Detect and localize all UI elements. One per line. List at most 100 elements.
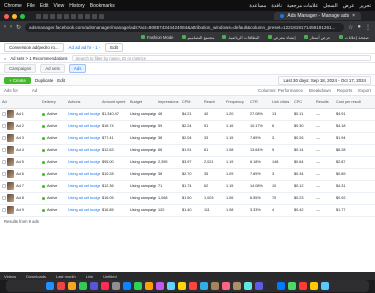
dock-app-icon[interactable] <box>156 282 164 290</box>
column-header[interactable]: Results <box>314 96 334 109</box>
ad-name-cell[interactable]: Ad 9 <box>0 204 40 217</box>
export-button[interactable]: Export <box>358 88 371 93</box>
menu-icon[interactable]: ⋮ <box>365 24 371 31</box>
bookmark-item[interactable]: Fashion Mode <box>140 35 174 40</box>
tab-favicon-icon[interactable] <box>99 13 104 19</box>
row-checkbox[interactable] <box>2 112 6 116</box>
dock-app-icon[interactable] <box>310 282 318 290</box>
column-header[interactable]: Ad <box>0 96 40 109</box>
ad-name[interactable]: Ad 4 <box>16 148 24 152</box>
profile-icon[interactable]: ● <box>357 24 361 30</box>
dock-app-icon[interactable] <box>167 282 175 290</box>
menubar-item[interactable]: Bookmarks <box>90 3 115 9</box>
tab-campaigns[interactable]: Campaigns <box>4 64 37 73</box>
ad-name[interactable]: Ad 7 <box>16 184 24 188</box>
dock-app-icon[interactable] <box>321 282 329 290</box>
table-row[interactable]: Ad 5 Active Using ad set budget $95.00 Using… <box>0 156 375 169</box>
dock-app-icon[interactable] <box>277 282 285 290</box>
dock-app-icon[interactable] <box>189 282 197 290</box>
ad-action-link[interactable]: Using ad set budget <box>68 196 100 200</box>
dock-app-icon[interactable] <box>211 282 219 290</box>
menubar-item[interactable]: مساعدة <box>249 3 266 9</box>
subtab-ad[interactable]: Ad <box>32 88 37 93</box>
columns-button[interactable]: Columns: Performance <box>258 88 303 93</box>
table-row[interactable]: Ad 7 Active Using ad set budget $12.36 Using… <box>0 180 375 193</box>
row-checkbox[interactable] <box>2 172 6 176</box>
dock-app-icon[interactable] <box>244 282 252 290</box>
reports-button[interactable]: Reports <box>337 88 352 93</box>
column-header[interactable]: Frequency <box>224 96 248 109</box>
ad-action-link[interactable]: Using ad set budget <box>68 112 100 116</box>
dock-app-icon[interactable] <box>123 282 131 290</box>
ad-name-cell[interactable]: Ad 8 <box>0 192 40 205</box>
maximize-window-icon[interactable] <box>20 13 25 19</box>
tab-favicon-icon[interactable] <box>50 13 55 19</box>
tab-favicon-icon[interactable] <box>57 13 62 19</box>
column-header[interactable]: Budget <box>128 96 156 109</box>
url-field[interactable]: adsmanager.facebook.com/adsmanager/manag… <box>25 22 344 32</box>
column-header[interactable]: CPC <box>292 96 314 109</box>
table-row[interactable]: Ad 6 Active Using ad set budget $10.28 Using… <box>0 168 375 181</box>
ad-action-link[interactable]: Using ad set budget <box>68 136 100 140</box>
table-row[interactable]: Ad 4 Active Using ad set budget $12.63 Using… <box>0 144 375 157</box>
edit-campaign-button[interactable]: Edit <box>105 43 123 52</box>
row-checkbox[interactable] <box>2 196 6 200</box>
ad-name[interactable]: Ad 5 <box>16 160 24 164</box>
dock-app-icon[interactable] <box>145 282 153 290</box>
reload-icon[interactable]: ↻ <box>16 24 21 31</box>
adset-link[interactable]: Ad ad ad hr - 1 - <box>69 45 101 50</box>
bookmark-item[interactable]: مجتمع التصاميم <box>181 35 214 40</box>
ad-action-link[interactable]: Using ad set budget <box>68 160 100 164</box>
create-button[interactable]: + Create <box>4 76 31 84</box>
table-row[interactable]: Ad 2 Active Using ad set budget $16.74 Using… <box>0 120 375 133</box>
tab-favicon-icon[interactable] <box>71 13 76 19</box>
download-item[interactable]: Link <box>86 274 93 279</box>
row-checkbox[interactable] <box>2 184 6 188</box>
breadcrumb[interactable]: Ad sets > 1 Recommendations <box>10 56 67 61</box>
tab-ads[interactable]: Ads <box>68 64 87 73</box>
row-checkbox[interactable] <box>2 136 6 140</box>
tab-favicon-icon[interactable] <box>78 13 83 19</box>
dock-app-icon[interactable] <box>90 282 98 290</box>
menubar-item[interactable]: نافذة <box>271 3 282 9</box>
dock-app-icon[interactable] <box>299 282 307 290</box>
table-row[interactable]: Ad 9 Active Using ad set budget $16.85 Using… <box>0 204 375 217</box>
close-tab-icon[interactable]: × <box>352 13 355 19</box>
ad-action-link[interactable]: Using ad set budget <box>68 208 100 212</box>
dock-app-icon[interactable] <box>222 282 230 290</box>
dock-app-icon[interactable] <box>101 282 109 290</box>
ad-name[interactable]: Ad 9 <box>16 208 24 212</box>
download-item[interactable]: Videos <box>4 274 16 279</box>
ad-action-link[interactable]: Using ad set budget <box>68 124 100 128</box>
minimize-window-icon[interactable] <box>12 13 17 19</box>
tab-favicon-icon[interactable] <box>85 13 90 19</box>
menubar-item[interactable]: File <box>27 3 35 9</box>
campaign-selector[interactable]: Conversion ad/pedro ro... <box>4 43 64 52</box>
ad-action-link[interactable]: Using ad set budget <box>68 184 100 188</box>
dock-app-icon[interactable] <box>112 282 120 290</box>
ad-name-cell[interactable]: Ad 5 <box>0 156 40 169</box>
download-item[interactable]: Untitled <box>103 274 117 279</box>
back-icon[interactable]: ‹ <box>4 24 6 30</box>
column-header[interactable]: Reach <box>202 96 224 109</box>
column-header[interactable]: CPM <box>180 96 202 109</box>
bookmark-item[interactable]: البطاقات الرياضية <box>222 35 260 40</box>
column-header[interactable]: Cost per result <box>334 96 375 109</box>
table-row[interactable]: Ad 8 Active Using ad set budget $16.05 Using… <box>0 192 375 205</box>
column-header[interactable]: CTR <box>248 96 270 109</box>
row-checkbox[interactable] <box>2 124 6 128</box>
ad-name[interactable]: Ad 8 <box>16 196 24 200</box>
menubar-item[interactable]: تحرير <box>359 3 371 9</box>
ad-name-cell[interactable]: Ad 4 <box>0 144 40 157</box>
ad-name[interactable]: Ad 3 <box>16 136 24 140</box>
dock-app-icon[interactable] <box>57 282 65 290</box>
dock-app-icon[interactable] <box>288 282 296 290</box>
duplicate-button[interactable]: Duplicate <box>35 78 53 83</box>
tab-ad-sets[interactable]: Ad sets <box>40 64 65 73</box>
dock-app-icon[interactable] <box>200 282 208 290</box>
dock-app-icon[interactable] <box>68 282 76 290</box>
bookmark-item[interactable]: عرض أسعار <box>303 35 331 40</box>
active-tab[interactable]: Ads Manager - Manage ads × <box>274 12 361 20</box>
dock-app-icon[interactable] <box>178 282 186 290</box>
download-item[interactable]: Downloads <box>26 274 46 279</box>
